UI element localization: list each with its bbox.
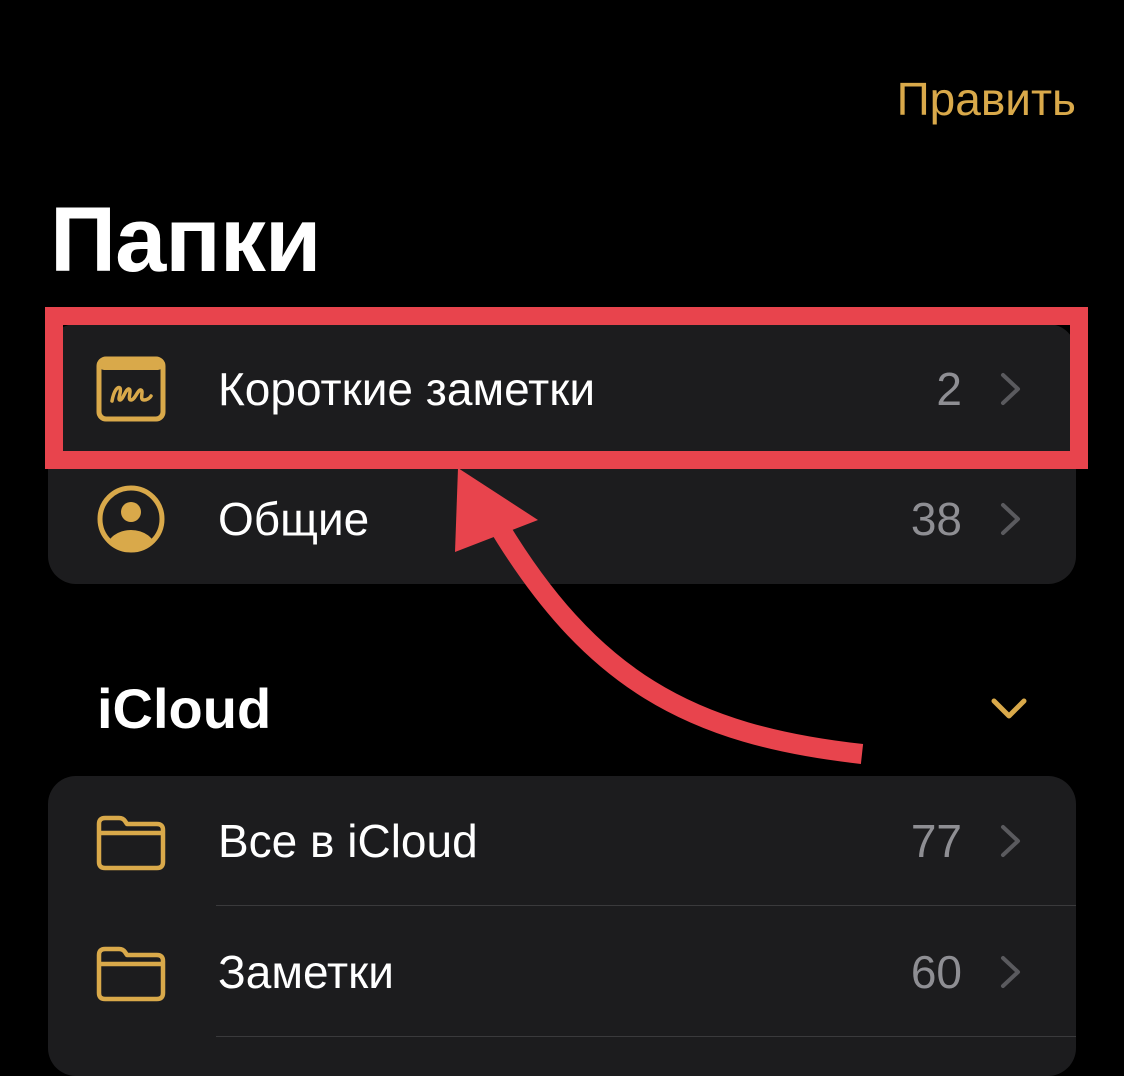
icloud-section-title: iCloud (97, 677, 272, 740)
folder-row-quick-notes[interactable]: Короткие заметки 2 (48, 324, 1076, 454)
folder-count: 38 (910, 493, 962, 545)
folders-group: Короткие заметки 2 Общие 38 (48, 324, 1076, 584)
folder-row-shared[interactable]: Общие 38 (48, 454, 1076, 584)
folder-row-all-icloud[interactable]: Все в iCloud 77 (48, 776, 1076, 906)
icloud-folders-group: Все в iCloud 77 Заметки 60 (48, 776, 1076, 1076)
folder-count: 77 (910, 815, 962, 867)
chevron-right-icon (1001, 503, 1020, 535)
quick-note-icon (96, 356, 166, 422)
folder-label: Общие (218, 493, 370, 545)
folder-icon (96, 815, 166, 871)
folder-label: Короткие заметки (218, 363, 596, 415)
chevron-down-icon[interactable] (990, 697, 1028, 721)
row-separator (216, 905, 1076, 906)
folder-label: Заметки (218, 946, 394, 998)
folder-row-notes[interactable]: Заметки 60 (48, 907, 1076, 1037)
folder-icon (96, 946, 166, 1002)
folder-count: 2 (936, 363, 962, 415)
edit-button[interactable]: Править (897, 72, 1076, 126)
chevron-right-icon (1001, 956, 1020, 988)
person-circle-icon (97, 485, 165, 553)
folder-count: 60 (910, 946, 962, 998)
chevron-right-icon (1001, 825, 1020, 857)
row-separator (216, 1036, 1076, 1037)
chevron-right-icon (1001, 373, 1020, 405)
folder-label: Все в iCloud (218, 815, 478, 867)
page-title: Папки (50, 189, 321, 291)
